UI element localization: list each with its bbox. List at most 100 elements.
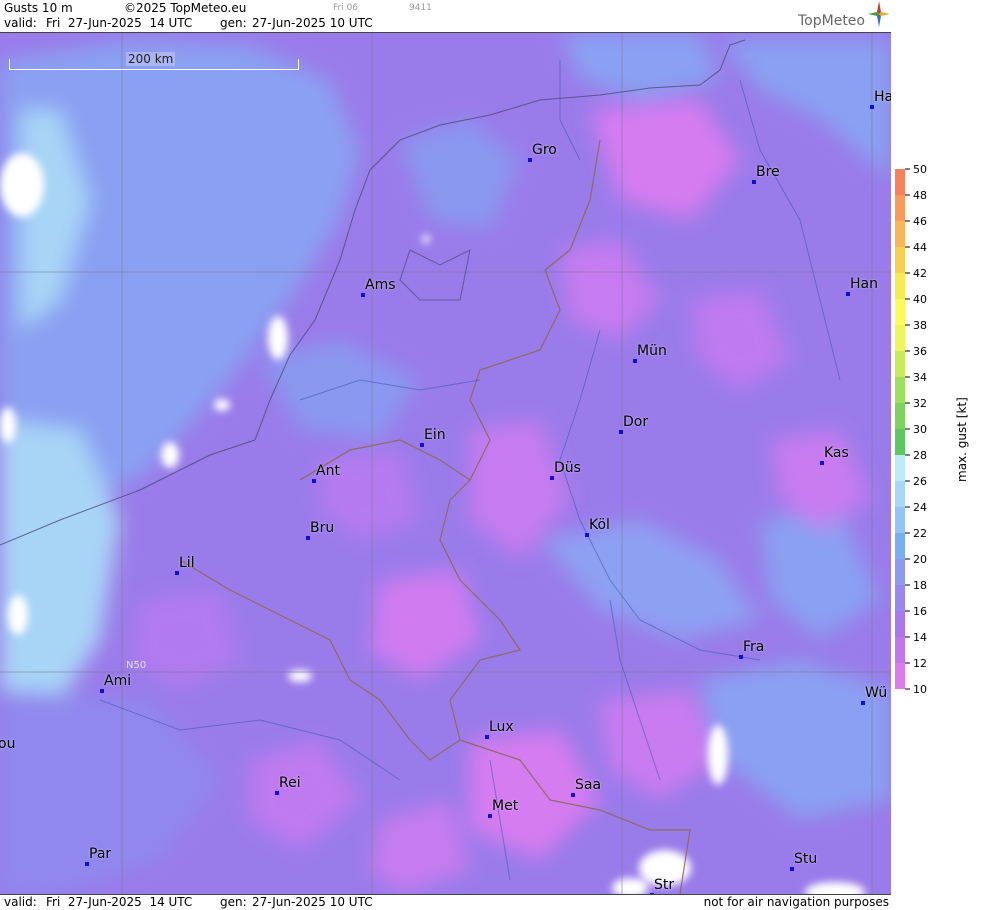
city-marker [820,461,824,465]
city-marker [585,533,589,537]
colorbar-tick-label: 36 [913,345,927,358]
city-marker [752,180,756,184]
city-label: Köl [589,517,610,533]
colorbar-tick-label: 10 [913,683,927,696]
city-label: Kas [824,445,849,461]
city-label: Ams [365,277,396,293]
colorbar-swatch [895,507,905,533]
city-label: Ha [874,89,891,105]
colorbar-swatch [895,169,905,195]
gen-time: 27-Jun-2025 10 UTC [252,16,373,30]
product-title: Gusts 10 m [4,1,73,15]
code-label: 9411 [409,3,432,13]
footer-gen-time: 27-Jun-2025 10 UTC [252,895,373,909]
run-label: Fri 06 [333,3,359,13]
colorbar-tick-label: 42 [913,267,927,280]
footer-valid-label: valid: [4,895,37,909]
colorbar-swatch [895,195,905,221]
colorbar-tick-label: 34 [913,371,927,384]
colorbar-swatch [895,325,905,351]
colorbar-tick-label: 32 [913,397,927,410]
city-label: Lux [489,719,514,735]
city-label: Ein [424,427,446,443]
colorbar-swatch [895,377,905,403]
gen-label: gen: [220,16,247,30]
city-label: Saa [575,777,602,793]
city-label: Met [492,798,519,814]
colorbar-swatch [895,663,905,689]
colorbar-tick-label: 30 [913,423,927,436]
colorbar-title: max. gust [kt] [955,397,969,482]
colorbar-swatch [895,247,905,273]
latitude-label: N50 [126,660,147,671]
city-marker [528,158,532,162]
map-footer: valid: Fri 27-Jun-2025 14 UTC gen: 27-Ju… [0,894,891,910]
city-marker [550,476,554,480]
colorbar-tick-label: 46 [913,215,927,228]
city-marker [275,791,279,795]
copyright: ©2025 TopMeteo.eu [124,1,247,15]
city-marker [739,655,743,659]
compass-logo-icon [868,1,890,27]
colorbar-tick-label: 22 [913,527,927,540]
city-marker [420,443,424,447]
city-marker [361,293,365,297]
city-label: Mün [637,343,667,359]
colorbar-swatch [895,611,905,637]
colorbar-tick-label: 44 [913,241,927,254]
colorbar-swatch [895,559,905,585]
colorbar-tick-label: 14 [913,631,927,644]
colorbar-tick-label: 48 [913,189,927,202]
city-marker [846,292,850,296]
city-label: Ami [104,673,132,689]
city-label: Bru [310,520,335,536]
colorbar-swatch [895,637,905,663]
city-label: Par [89,846,112,862]
city-label: Han [850,276,878,292]
city-label: Lil [179,555,195,571]
disclaimer: not for air navigation purposes [703,895,889,909]
colorbar-swatch [895,299,905,325]
footer-gen-label: gen: [220,895,247,909]
colorbar-tick-label: 28 [913,449,927,462]
gust-map: 200 km N50 Gro Bre Ha Ams Han Mün Dor Ein Kas Düs… [0,33,891,894]
city-label: Ant [316,463,340,479]
city-label: Stu [794,851,818,867]
colorbar-tick-label: 16 [913,605,927,618]
colorbar-tick-label: 50 [913,163,927,176]
map-header: Gusts 10 m ©2025 TopMeteo.eu Fri 06 9411… [0,0,891,33]
scale-bar-label: 200 km [126,52,176,66]
city-label: Wü [865,685,888,701]
colorbar-tick-label: 26 [913,475,927,488]
city-label: Fra [743,639,765,655]
city-label: Dor [623,414,649,430]
city-marker [312,479,316,483]
colorbar-swatch [895,403,905,429]
city-marker [100,689,104,693]
city-label: Str [654,877,675,893]
colorbar-swatch [895,221,905,247]
city-marker [571,793,575,797]
city-marker [306,536,310,540]
topmeteo-logo-text: TopMeteo [798,13,865,29]
city-label: Bre [756,164,780,180]
valid-label: valid: [4,16,37,30]
colorbar-swatch [895,273,905,299]
colorbar-tick-label: 18 [913,579,927,592]
valid-time: Fri 27-Jun-2025 14 UTC [46,16,193,30]
city-marker [870,105,874,109]
colorbar-swatch [895,481,905,507]
gust-field [0,33,891,894]
city-marker [488,814,492,818]
city-marker [633,359,637,363]
colorbar-swatch [895,429,905,455]
colorbar-tick-label: 20 [913,553,927,566]
colorbar-swatch [895,533,905,559]
city-label: ou [0,736,16,752]
city-marker [485,735,489,739]
city-marker [175,571,179,575]
colorbar-tick-label: 38 [913,319,927,332]
colorbar-tick-label: 24 [913,501,927,514]
city-marker [861,701,865,705]
colorbar-swatch [895,351,905,377]
